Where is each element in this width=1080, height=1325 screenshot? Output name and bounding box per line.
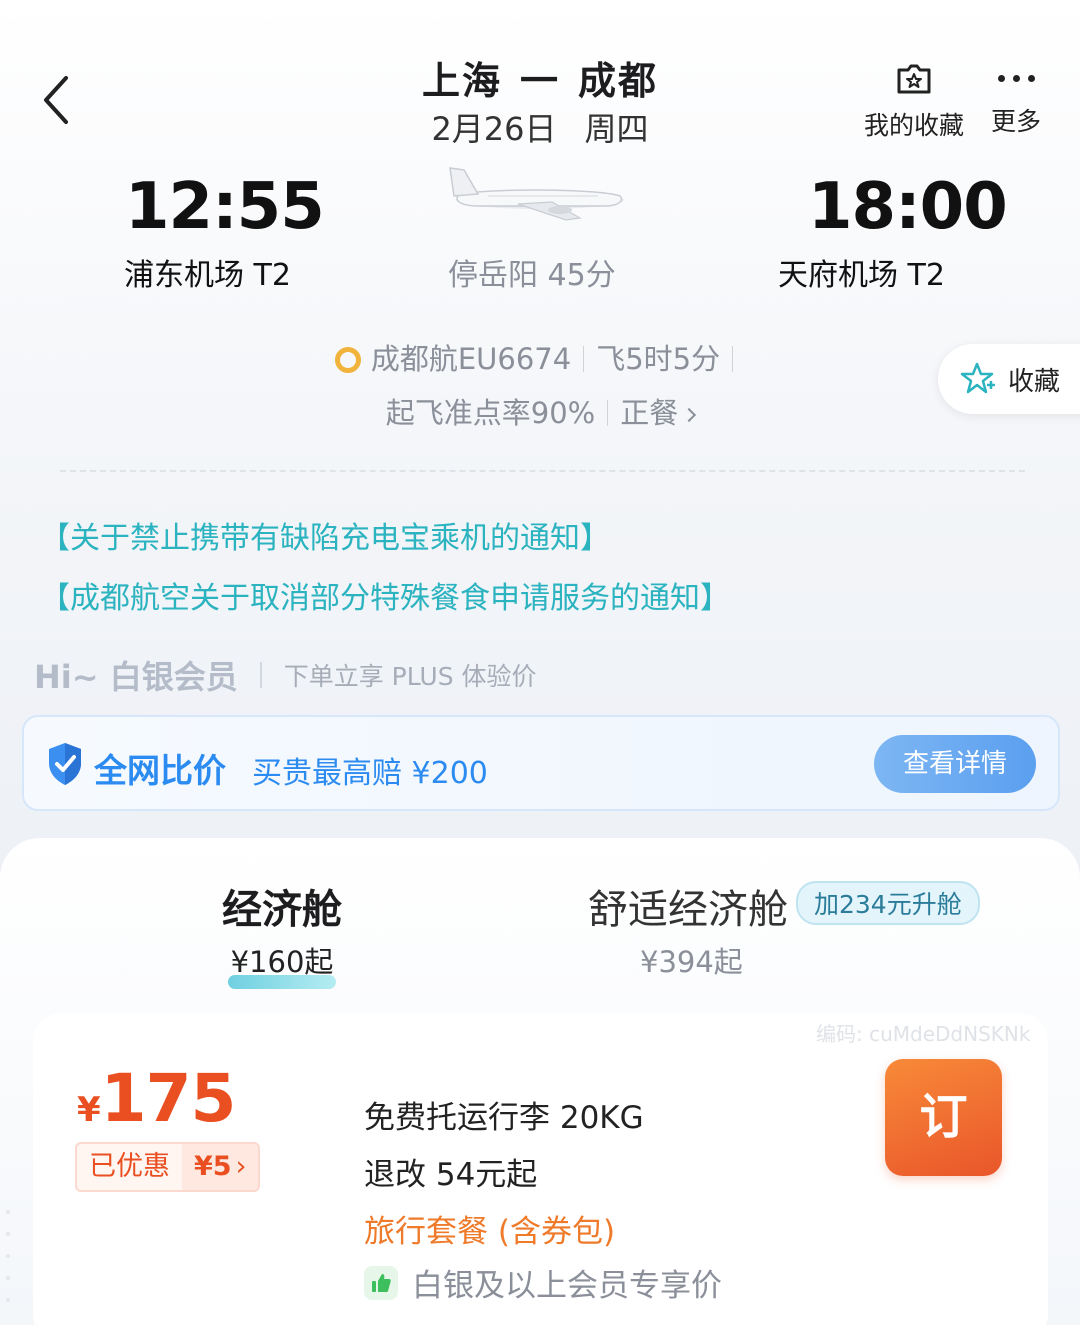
- economy-price: ¥160起: [230, 945, 334, 979]
- thumbs-up-icon: [364, 1265, 398, 1300]
- departure-airport: 浦东机场 T2: [124, 258, 291, 293]
- favorites-folder-icon: [897, 64, 931, 94]
- fare-code: 编码: cuMdeDdNSKNk: [816, 1022, 1031, 1046]
- comfort-name: 舒适经济舱: [588, 887, 788, 933]
- member-banner: Hi~ 白银会员 下单立享 PLUS 体验价: [34, 652, 537, 698]
- more-dots-icon: [984, 58, 1048, 98]
- flight-service-line: 起飞准点率90% 正餐: [0, 390, 1080, 432]
- origin-city: 上海: [421, 59, 502, 103]
- flight-date: 2月26日: [431, 110, 557, 148]
- ontime-rate: 起飞准点率90%: [385, 396, 596, 430]
- price-compare-desc: 买贵最高赔 ¥200: [252, 756, 488, 791]
- separator: [607, 400, 609, 426]
- fare-price: ¥175: [77, 1060, 237, 1137]
- meal-link[interactable]: 正餐: [620, 396, 697, 430]
- edge-decoration: [6, 1210, 10, 1320]
- upgrade-badge: 加234元升舱: [796, 881, 980, 925]
- arrival-time: 18:00: [808, 170, 1008, 244]
- economy-name: 经济舱: [222, 887, 342, 933]
- chevron-right-icon: ›: [235, 1151, 247, 1182]
- airplane-icon: [449, 167, 624, 221]
- change-fee[interactable]: 退改 54元起: [364, 1149, 537, 1194]
- view-details-button[interactable]: 查看详情: [874, 735, 1036, 793]
- stopover-info: 停岳阳 45分: [448, 258, 616, 293]
- meal-label: 正餐: [620, 396, 679, 430]
- departure-time: 12:55: [125, 170, 325, 244]
- more-label: 更多: [990, 107, 1041, 136]
- discount-label: 已优惠: [89, 1151, 170, 1182]
- baggage-allowance: 免费托运行李 20KG: [364, 1100, 644, 1136]
- travel-package[interactable]: 旅行套餐 (含券包): [364, 1206, 615, 1251]
- route-dash: 一: [519, 59, 560, 103]
- notice-powerbank[interactable]: 【关于禁止携带有缺陷充电宝乘机的通知】: [40, 513, 610, 557]
- favorite-label: 收藏: [1008, 366, 1061, 397]
- airline-flight-number: 成都航EU6674: [370, 342, 572, 376]
- flight-meta-line: 成都航EU6674 飞5时5分: [0, 336, 1080, 378]
- airline-logo-icon: [334, 347, 361, 373]
- tab-comfort-economy[interactable]: 舒适经济舱 加234元升舱 ¥394起: [588, 877, 980, 981]
- dashed-divider: [60, 470, 1025, 472]
- book-button[interactable]: 订: [885, 1059, 1002, 1176]
- flight-weekday: 周四: [584, 110, 649, 148]
- destination-city: 成都: [578, 59, 659, 103]
- fare-amount: 175: [100, 1060, 237, 1137]
- currency-symbol: ¥: [77, 1090, 101, 1130]
- notice-special-meal[interactable]: 【成都航空关于取消部分特殊餐食申请服务的通知】: [40, 573, 730, 617]
- member-greeting: Hi~ 白银会员: [34, 658, 238, 696]
- price-compare-banner[interactable]: 全网比价 买贵最高赔 ¥200 查看详情: [22, 715, 1060, 811]
- member-only-label: 白银及以上会员专享价: [412, 1268, 722, 1304]
- price-compare-title: 全网比价: [94, 751, 226, 790]
- separator: [732, 346, 734, 372]
- my-favorites-button[interactable]: 我的收藏: [856, 58, 972, 142]
- tab-economy[interactable]: 经济舱 ¥160起: [222, 877, 342, 989]
- separator: [259, 662, 262, 688]
- economy-price-wrap: ¥160起: [222, 939, 342, 989]
- separator: [583, 346, 585, 372]
- favorite-flight-button[interactable]: 收藏: [938, 344, 1080, 414]
- discount-value-wrap: ¥5 ›: [182, 1144, 259, 1190]
- discount-value: ¥5: [194, 1151, 232, 1182]
- discount-badge[interactable]: 已优惠 ¥5 ›: [75, 1142, 261, 1192]
- member-only-price: 白银及以上会员专享价: [364, 1260, 722, 1305]
- arrival-airport: 天府机场 T2: [778, 258, 945, 293]
- member-benefit: 下单立享 PLUS 体验价: [283, 662, 537, 691]
- flight-duration: 飞5时5分: [596, 342, 721, 376]
- star-add-icon: [960, 362, 995, 394]
- more-button[interactable]: 更多: [984, 58, 1048, 138]
- my-favorites-label: 我的收藏: [863, 111, 964, 140]
- comfort-price: ¥394起: [640, 945, 743, 979]
- shield-check-icon: [49, 743, 81, 785]
- chevron-right-icon: [682, 407, 697, 423]
